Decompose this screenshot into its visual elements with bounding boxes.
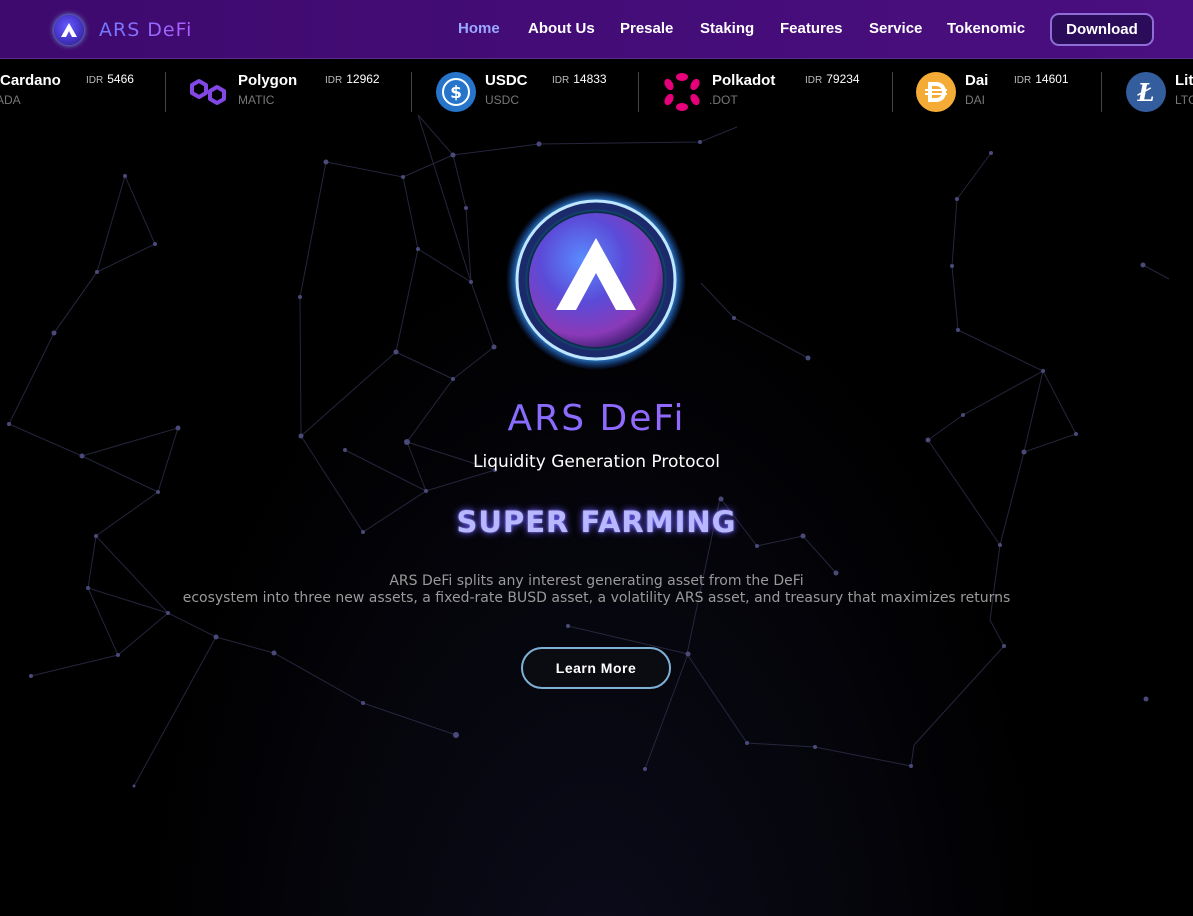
coin-name: Lit	[1175, 72, 1193, 89]
coin-symbol: MATIC	[238, 93, 275, 107]
polkadot-icon	[664, 73, 700, 111]
coin-symbol: LTC	[1175, 93, 1193, 107]
coin-symbol: .DOT	[709, 93, 738, 107]
hero-description-line2: ecosystem into three new assets, a fixed…	[182, 590, 1011, 606]
nav-tokenomic[interactable]: Tokenomic	[947, 20, 1025, 40]
nav-features[interactable]: Features	[780, 20, 843, 40]
ticker-item-usdc[interactable]: $ USDC USDC IDR 14833	[436, 62, 626, 120]
learn-more-button[interactable]: Learn More	[521, 647, 671, 689]
nav-about-us[interactable]: About Us	[528, 20, 595, 40]
nav-service[interactable]: Service	[869, 20, 922, 40]
svg-text:$: $	[450, 83, 462, 103]
coin-price: IDR 5466	[86, 72, 134, 86]
coin-symbol: DAI	[965, 93, 986, 107]
ticker-divider	[638, 72, 639, 112]
coin-name: Dai	[965, 72, 989, 89]
brand[interactable]: ARS DeFi	[54, 15, 192, 45]
usdc-icon: $	[436, 72, 476, 112]
ticker-item-litecoin[interactable]: Ł Lit LTC	[1125, 62, 1193, 120]
dai-icon	[916, 72, 956, 112]
brand-name: ARS DeFi	[99, 19, 193, 41]
nav-home[interactable]: Home	[458, 20, 500, 40]
coin-name: Cardano	[0, 72, 61, 89]
hero-description-line1: ARS DeFi splits any interest generating …	[389, 573, 804, 589]
litecoin-icon: Ł	[1126, 72, 1166, 112]
hero-subtitle: Liquidity Generation Protocol	[473, 452, 720, 472]
ticker-item-cardano[interactable]: Cardano ADA IDR 5466	[0, 62, 160, 120]
coin-name: Polygon	[238, 72, 298, 89]
download-button[interactable]: Download	[1050, 13, 1154, 46]
coin-price: IDR 14833	[552, 72, 607, 86]
ars-hero-logo-icon	[506, 190, 686, 370]
price-ticker: Cardano ADA IDR 5466 Polygon MATIC IDR 129…	[0, 62, 1193, 120]
hero-headline: SUPER FARMING	[456, 505, 737, 539]
ars-logo-icon	[54, 15, 84, 45]
hero-title: ARS DeFi	[0, 398, 1193, 439]
coin-name: USDC	[485, 72, 528, 89]
coin-price: IDR 79234	[805, 72, 860, 86]
coin-symbol: USDC	[485, 93, 520, 107]
coin-name: Polkadot	[712, 72, 776, 89]
ticker-divider	[1101, 72, 1102, 112]
ticker-divider	[165, 72, 166, 112]
ticker-divider	[892, 72, 893, 112]
ticker-divider	[411, 72, 412, 112]
svg-text:Ł: Ł	[1136, 78, 1154, 107]
coin-price: IDR 14601	[1014, 72, 1069, 86]
nav-staking[interactable]: Staking	[700, 20, 754, 40]
page: ARS DeFi Home About Us Presale Staking F…	[0, 0, 1193, 916]
ticker-item-dai[interactable]: Dai DAI IDR 14601	[916, 62, 1091, 120]
nav-presale[interactable]: Presale	[620, 20, 673, 40]
top-navbar: ARS DeFi Home About Us Presale Staking F…	[0, 0, 1193, 59]
coin-symbol: ADA	[0, 93, 21, 107]
ticker-item-polygon[interactable]: Polygon MATIC IDR 12962	[188, 62, 398, 120]
ticker-item-polkadot[interactable]: Polkadot .DOT IDR 79234	[662, 62, 882, 120]
coin-price: IDR 12962	[325, 72, 380, 86]
polygon-icon	[190, 79, 226, 105]
